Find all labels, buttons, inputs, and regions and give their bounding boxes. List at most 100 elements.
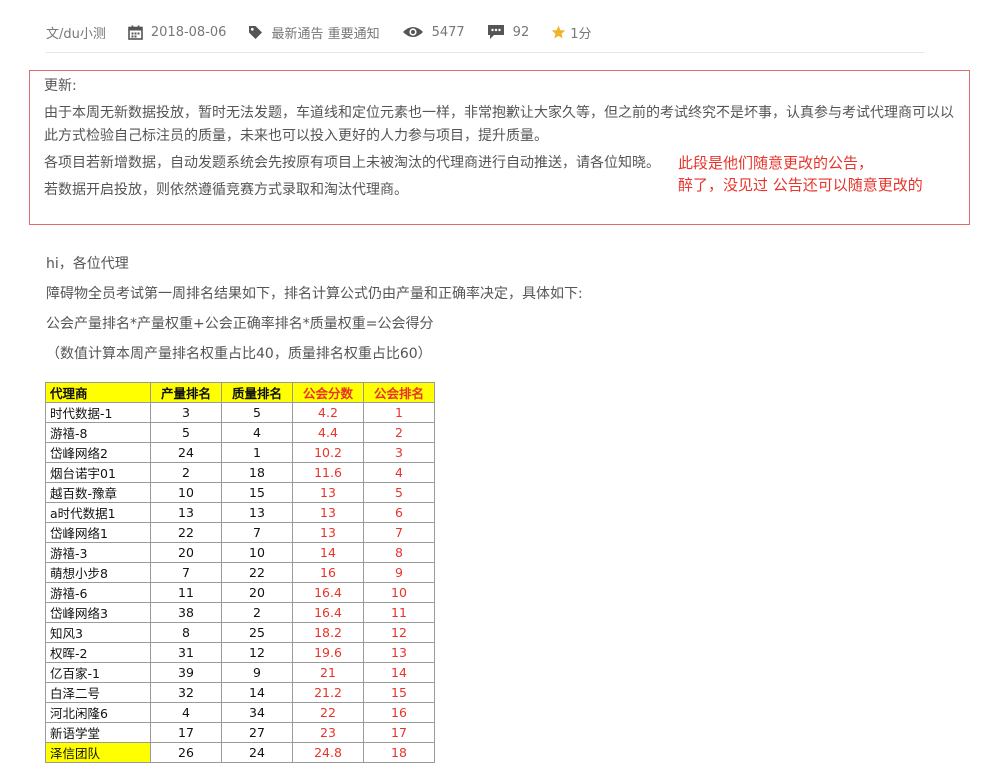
rating-value: 1分 <box>570 26 592 42</box>
cell-guild-rank: 4 <box>363 462 435 483</box>
cell-output-rank: 38 <box>150 602 222 623</box>
cell-output-rank: 31 <box>150 642 222 663</box>
cell-guild-score: 18.2 <box>292 622 364 643</box>
star-icon <box>551 25 566 39</box>
cell-guild-score: 13 <box>292 522 364 543</box>
comment-count[interactable]: 92 <box>487 24 529 40</box>
cell-output-rank: 5 <box>150 422 222 443</box>
cell-quality-rank: 18 <box>221 462 293 483</box>
cell-guild-score: 16.4 <box>292 582 364 603</box>
cell-quality-rank: 2 <box>221 602 293 623</box>
post-tags-value: 最新通告 重要通知 <box>271 26 380 42</box>
cell-agent: 时代数据-1 <box>45 402 151 423</box>
weights-line: （数值计算本周产量排名权重占比40，质量排名权重占比60） <box>46 346 432 362</box>
cell-agent: 岱峰网络1 <box>45 522 151 543</box>
author[interactable]: 文/du小测 <box>46 23 106 42</box>
cell-output-rank: 24 <box>150 442 222 463</box>
annotation-line-2: 醉了，没见过 公告还可以随意更改的 <box>678 176 923 194</box>
cell-output-rank: 32 <box>150 682 222 703</box>
cell-agent: a时代数据1 <box>45 502 151 523</box>
header-agent: 代理商 <box>45 382 151 403</box>
table-row: 游禧-8 5 4 4.4 2 <box>45 422 435 443</box>
cell-agent: 岱峰网络2 <box>45 442 151 463</box>
intro-line: 障碍物全员考试第一周排名结果如下，排名计算公式仍由产量和正确率决定，具体如下: <box>46 286 583 302</box>
cell-guild-score: 13 <box>292 502 364 523</box>
cell-quality-rank: 34 <box>221 702 293 723</box>
cell-guild-score: 4.4 <box>292 422 364 443</box>
table-row: 岱峰网络2 24 1 10.2 3 <box>45 442 435 463</box>
notice-heading: 更新: <box>44 78 77 94</box>
cell-guild-rank: 17 <box>363 722 435 743</box>
cell-quality-rank: 7 <box>221 522 293 543</box>
cell-quality-rank: 1 <box>221 442 293 463</box>
table-row: 时代数据-1 3 5 4.2 1 <box>45 402 435 423</box>
cell-output-rank: 20 <box>150 542 222 563</box>
cell-guild-rank: 11 <box>363 602 435 623</box>
cell-agent: 萌想小步8 <box>45 562 151 583</box>
cell-output-rank: 8 <box>150 622 222 643</box>
cell-agent: 烟台诺宇01 <box>45 462 151 483</box>
cell-guild-score: 13 <box>292 482 364 503</box>
header-guild-rank: 公会排名 <box>363 382 435 403</box>
cell-output-rank: 10 <box>150 482 222 503</box>
cell-output-rank: 7 <box>150 562 222 583</box>
cell-guild-rank: 2 <box>363 422 435 443</box>
cell-quality-rank: 9 <box>221 662 293 683</box>
table-row: 萌想小步8 7 22 16 9 <box>45 562 435 583</box>
cell-guild-score: 16 <box>292 562 364 583</box>
cell-guild-rank: 13 <box>363 642 435 663</box>
table-row: 烟台诺宇01 2 18 11.6 4 <box>45 462 435 483</box>
cell-agent: 权晖-2 <box>45 642 151 663</box>
cell-quality-rank: 27 <box>221 722 293 743</box>
cell-agent: 越百数-豫章 <box>45 482 151 503</box>
author-label: 文/du小测 <box>46 26 106 42</box>
cell-guild-rank: 6 <box>363 502 435 523</box>
cell-agent: 知风3 <box>45 622 151 643</box>
cell-quality-rank: 5 <box>221 402 293 423</box>
cell-quality-rank: 22 <box>221 562 293 583</box>
cell-output-rank: 3 <box>150 402 222 423</box>
table-row: 新语学堂 17 27 23 17 <box>45 722 435 743</box>
cell-guild-score: 14 <box>292 542 364 563</box>
eye-icon <box>402 25 424 39</box>
cell-agent: 游禧-8 <box>45 422 151 443</box>
cell-guild-rank: 14 <box>363 662 435 683</box>
cell-guild-rank: 9 <box>363 562 435 583</box>
cell-guild-rank: 5 <box>363 482 435 503</box>
formula-line: 公会产量排名*产量权重+公会正确率排名*质量权重=公会得分 <box>46 316 434 332</box>
cell-agent: 岱峰网络3 <box>45 602 151 623</box>
cell-agent: 游禧-3 <box>45 542 151 563</box>
table-row: 河北闲隆6 4 34 22 16 <box>45 702 435 723</box>
table-row: 泽信团队 26 24 24.8 18 <box>45 742 435 763</box>
table-row: 亿百家-1 39 9 21 14 <box>45 662 435 683</box>
greeting: hi，各位代理 <box>46 256 129 272</box>
cell-guild-score: 21.2 <box>292 682 364 703</box>
cell-quality-rank: 20 <box>221 582 293 603</box>
cell-guild-rank: 1 <box>363 402 435 423</box>
calendar-icon <box>128 25 143 40</box>
table-row: 游禧-6 11 20 16.4 10 <box>45 582 435 603</box>
cell-guild-score: 21 <box>292 662 364 683</box>
cell-quality-rank: 14 <box>221 682 293 703</box>
cell-quality-rank: 12 <box>221 642 293 663</box>
cell-agent: 亿百家-1 <box>45 662 151 683</box>
cell-output-rank: 2 <box>150 462 222 483</box>
post-tags[interactable]: 最新通告 重要通知 <box>248 23 380 42</box>
view-count-value: 5477 <box>431 24 465 40</box>
ranking-table: 代理商 产量排名 质量排名 公会分数 公会排名 时代数据-1 3 5 4.2 1 游禧-8… <box>45 382 435 763</box>
header-output-rank: 产量排名 <box>150 382 222 403</box>
cell-output-rank: 4 <box>150 702 222 723</box>
cell-guild-rank: 12 <box>363 622 435 643</box>
table-row: 白泽二号 32 14 21.2 15 <box>45 682 435 703</box>
cell-guild-score: 4.2 <box>292 402 364 423</box>
post-date: 2018-08-06 <box>128 25 226 40</box>
update-notice-box: 更新: 由于本周无新数据投放，暂时无法发题，车道线和定位元素也一样，非常抱歉让大… <box>29 70 970 225</box>
tag-icon <box>248 25 263 40</box>
cell-guild-score: 23 <box>292 722 364 743</box>
cell-guild-rank: 8 <box>363 542 435 563</box>
cell-guild-rank: 15 <box>363 682 435 703</box>
cell-output-rank: 13 <box>150 502 222 523</box>
rating[interactable]: 1分 <box>551 23 592 42</box>
cell-quality-rank: 25 <box>221 622 293 643</box>
cell-quality-rank: 24 <box>221 742 293 763</box>
